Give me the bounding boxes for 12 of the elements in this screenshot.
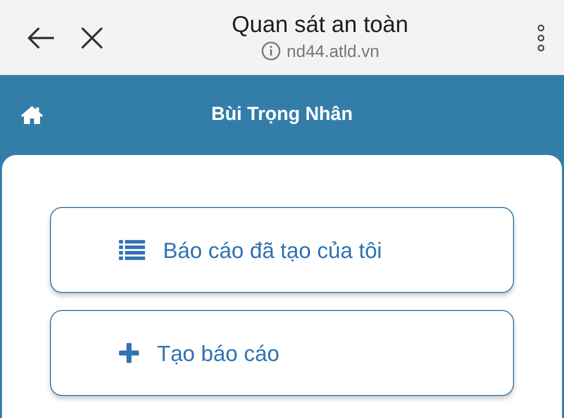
menu-button[interactable]: Tạo báo cáo <box>50 310 514 396</box>
url-text: nd44.atld.vn <box>286 40 380 63</box>
page-title: Quan sát an toàn <box>232 10 408 39</box>
close-icon[interactable] <box>80 26 104 50</box>
info-icon[interactable] <box>260 41 281 62</box>
plus-icon <box>119 343 139 363</box>
home-icon[interactable] <box>20 105 44 125</box>
list-icon <box>119 240 145 260</box>
user-name: Bùi Trọng Nhân <box>210 102 354 127</box>
back-icon[interactable] <box>26 26 56 50</box>
more-menu-icon[interactable] <box>536 24 546 52</box>
menu-button[interactable]: Báo cáo đã tạo của tôi <box>50 207 514 293</box>
